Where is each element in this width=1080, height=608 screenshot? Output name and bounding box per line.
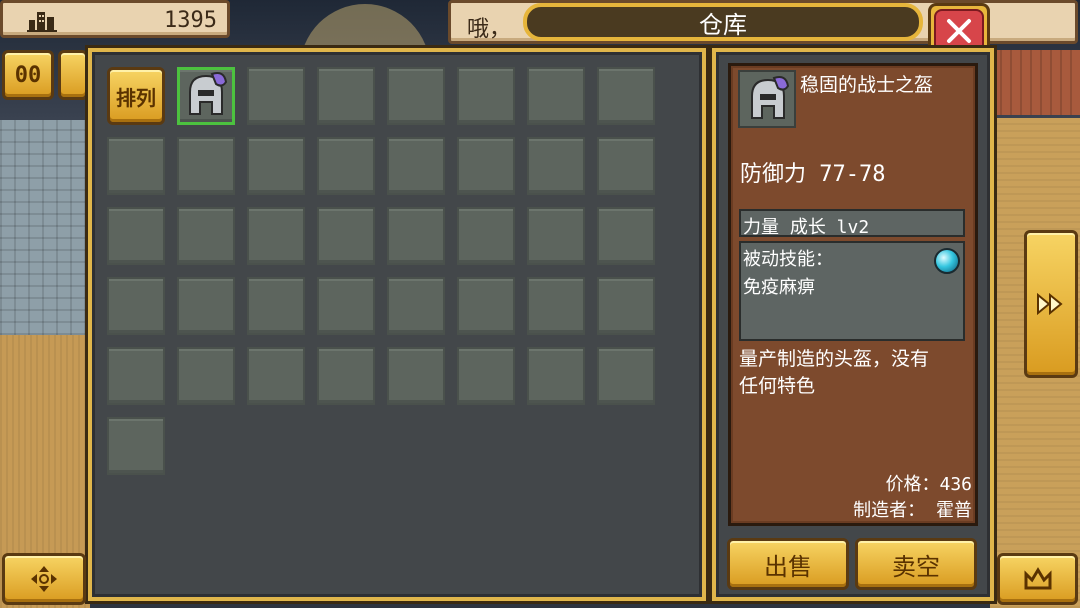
side-tab-button[interactable] (58, 50, 88, 100)
inventory-slot[interactable] (317, 347, 375, 405)
sell-all-label: 卖空 (892, 552, 940, 581)
close-x-icon (947, 19, 971, 43)
sell-button[interactable]: 出售 (727, 538, 849, 590)
defense-stat: 防御力 77-78 (740, 156, 886, 188)
inventory-slot[interactable] (597, 67, 655, 125)
inventory-slot[interactable] (247, 67, 305, 125)
warehouse-title: 仓库 (699, 10, 747, 39)
description-line-1: 量产制造的头盔，没有 (739, 348, 930, 370)
passive-skill-box: 被动技能： 免疫麻痹 (739, 241, 965, 341)
inventory-slot[interactable] (387, 67, 445, 125)
inventory-slot[interactable] (107, 417, 165, 475)
inventory-slot[interactable] (457, 347, 515, 405)
pause-button[interactable]: 00 (2, 50, 54, 100)
defense-value: 77-78 (819, 162, 886, 187)
price-text: 价格：436 (885, 474, 972, 495)
inventory-slot[interactable] (527, 347, 585, 405)
inventory-slot[interactable] (457, 207, 515, 265)
inventory-slot[interactable] (387, 277, 445, 335)
item-portrait (738, 70, 796, 128)
warehouse-title-tab: 仓库 (523, 3, 923, 41)
inventory-slot[interactable] (457, 67, 515, 125)
dpad-icon (31, 566, 57, 592)
inventory-slot[interactable] (317, 207, 375, 265)
inventory-slot[interactable] (387, 207, 445, 265)
roof-tiles (990, 50, 1080, 115)
inventory-slot[interactable] (107, 277, 165, 335)
inventory-slot[interactable] (247, 137, 305, 195)
inventory-slot[interactable] (597, 137, 655, 195)
crown-icon (1024, 567, 1051, 590)
description-line-2: 任何特色 (739, 375, 816, 397)
inventory-slot[interactable] (527, 207, 585, 265)
inventory-slot[interactable] (317, 67, 375, 125)
inventory-slot[interactable] (317, 277, 375, 335)
sell-label: 出售 (764, 552, 812, 581)
inventory-slot[interactable] (177, 277, 235, 335)
inventory-slot[interactable] (457, 277, 515, 335)
inventory-slot[interactable] (387, 137, 445, 195)
pause-label: 00 (14, 62, 42, 88)
helmet-icon (744, 74, 792, 128)
sort-button[interactable]: 排列 (107, 67, 165, 125)
inventory-slot[interactable] (177, 347, 235, 405)
defense-label: 防御力 (740, 162, 807, 187)
growth-box: 力量 成长 lv2 (739, 209, 965, 238)
inventory-slot[interactable] (597, 347, 655, 405)
inventory-slot[interactable] (527, 277, 585, 335)
passive-label: 被动技能： (743, 249, 833, 270)
item-name: 稳固的战士之盔 (800, 74, 934, 96)
fast-forward-button[interactable] (1024, 230, 1078, 378)
inventory-slot[interactable] (457, 137, 515, 195)
building-icon (27, 10, 57, 36)
inventory-slot[interactable] (597, 207, 655, 265)
inventory-slot[interactable] (107, 137, 165, 195)
message-text: 哦， (467, 17, 512, 42)
gold-counter: 1395 (0, 0, 230, 38)
inventory-slot[interactable] (317, 137, 375, 195)
inventory-slot[interactable] (247, 277, 305, 335)
fast-forward-icon (1037, 293, 1063, 315)
helmet-icon (182, 70, 230, 124)
inventory-slot[interactable] (527, 137, 585, 195)
inventory-slot[interactable] (247, 207, 305, 265)
crown-button[interactable] (997, 553, 1078, 605)
inventory-slot[interactable] (527, 67, 585, 125)
passive-skill: 免疫麻痹 (743, 277, 815, 298)
inventory-slot[interactable] (247, 347, 305, 405)
growth-text: 力量 成长 lv2 (743, 217, 870, 238)
maker-text: 制造者： 霍普 (853, 500, 972, 521)
gold-value: 1395 (164, 8, 217, 33)
inventory-slot[interactable] (177, 207, 235, 265)
inventory-slot[interactable] (107, 207, 165, 265)
inventory-slot[interactable] (107, 347, 165, 405)
move-button[interactable] (2, 553, 86, 605)
inventory-slot[interactable] (597, 277, 655, 335)
sell-all-button[interactable]: 卖空 (855, 538, 977, 590)
inventory-slot[interactable] (177, 137, 235, 195)
inventory-slot-selected[interactable] (177, 67, 235, 125)
cobblestone-ground (0, 120, 90, 335)
blue-orb-icon[interactable] (934, 248, 960, 274)
sort-label: 排列 (116, 85, 156, 110)
inventory-slot[interactable] (387, 347, 445, 405)
